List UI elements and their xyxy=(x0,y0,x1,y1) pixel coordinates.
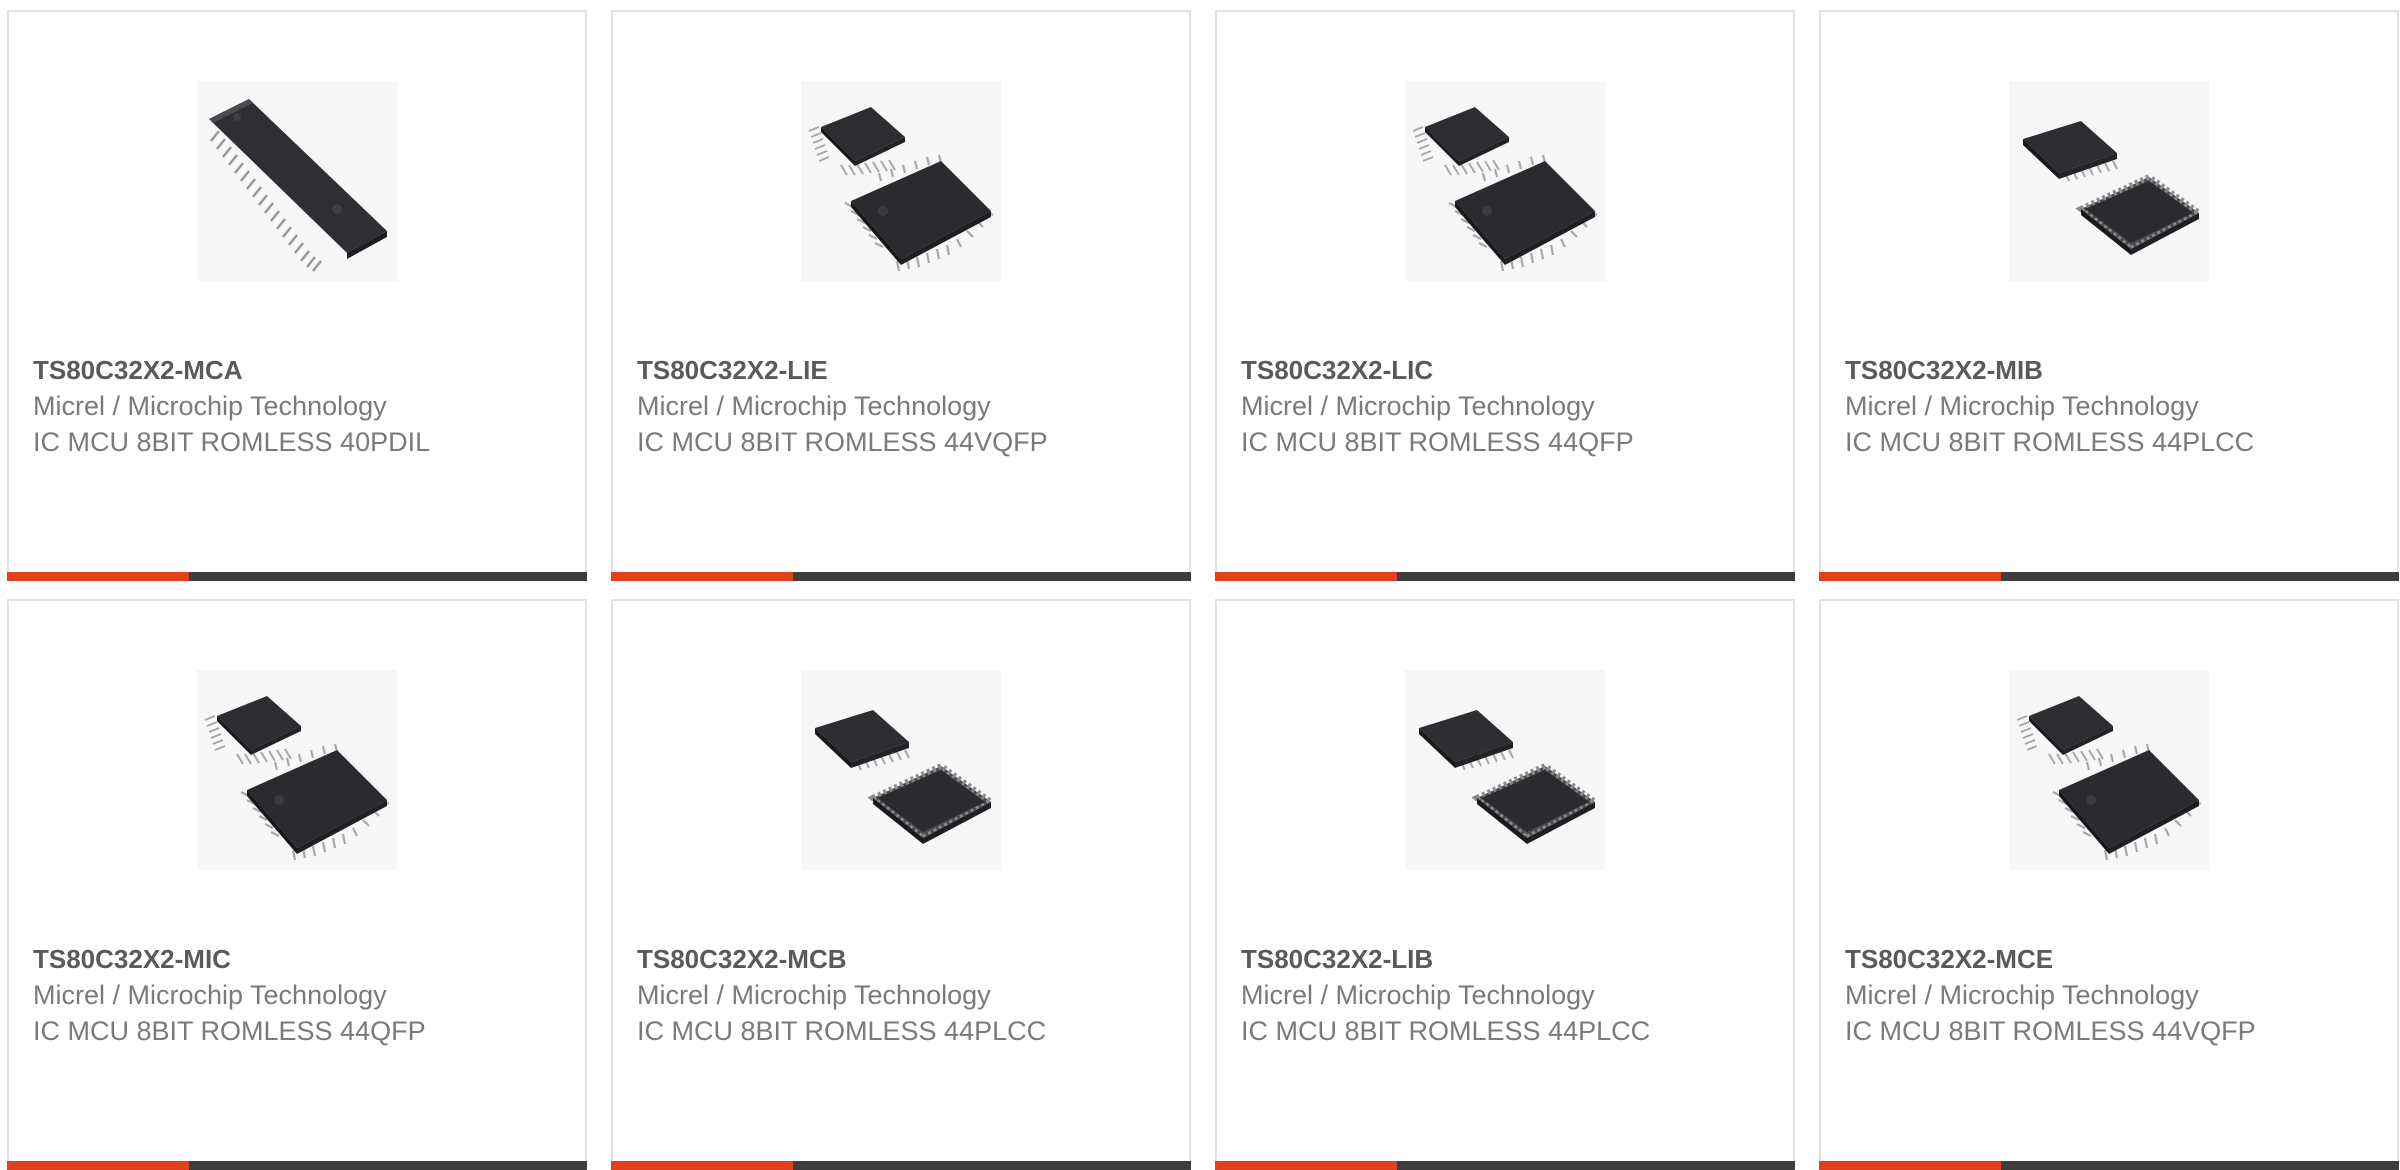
manufacturer-name: Micrel / Microchip Technology xyxy=(1845,391,2199,421)
card-footer-bar xyxy=(1819,572,2399,581)
manufacturer-name: Micrel / Microchip Technology xyxy=(637,391,991,421)
product-info: TS80C32X2-MCE Micrel / Microchip Technol… xyxy=(1845,941,2305,1049)
product-info: TS80C32X2-LIB Micrel / Microchip Technol… xyxy=(1241,941,1701,1049)
dip-ic-chip-icon xyxy=(197,81,397,281)
card-accent-bar xyxy=(1215,1161,1397,1170)
card-accent-bar xyxy=(1215,572,1397,581)
card-footer-bar xyxy=(1215,572,1795,581)
product-image[interactable] xyxy=(801,81,1001,281)
qfp-chips-icon xyxy=(197,670,397,870)
manufacturer-name: Micrel / Microchip Technology xyxy=(33,391,387,421)
product-card[interactable]: TS80C32X2-MCB Micrel / Microchip Technol… xyxy=(611,599,1191,1170)
manufacturer-name: Micrel / Microchip Technology xyxy=(1241,391,1595,421)
product-image[interactable] xyxy=(1405,670,1605,870)
product-card[interactable]: TS80C32X2-MCE Micrel / Microchip Technol… xyxy=(1819,599,2399,1170)
product-info: TS80C32X2-MIC Micrel / Microchip Technol… xyxy=(33,941,493,1049)
manufacturer-name: Micrel / Microchip Technology xyxy=(637,980,991,1010)
product-info: TS80C32X2-LIE Micrel / Microchip Technol… xyxy=(637,352,1097,460)
product-image[interactable] xyxy=(1405,81,1605,281)
part-number-link[interactable]: TS80C32X2-MIC xyxy=(33,941,493,977)
product-card[interactable]: TS80C32X2-MIC Micrel / Microchip Technol… xyxy=(7,599,587,1170)
product-grid: TS80C32X2-MCA Micrel / Microchip Technol… xyxy=(7,10,2400,1170)
qfp-chips-icon xyxy=(801,81,1001,281)
part-number-link[interactable]: TS80C32X2-LIE xyxy=(637,352,1097,388)
plcc-chips-icon xyxy=(2009,81,2209,281)
product-info: TS80C32X2-LIC Micrel / Microchip Technol… xyxy=(1241,352,1701,460)
manufacturer-name: Micrel / Microchip Technology xyxy=(1845,980,2199,1010)
part-number-link[interactable]: TS80C32X2-MCB xyxy=(637,941,1097,977)
card-footer-bar xyxy=(1819,1161,2399,1170)
product-description: IC MCU 8BIT ROMLESS 44PLCC xyxy=(637,1016,1047,1046)
card-accent-bar xyxy=(1819,572,2001,581)
product-card[interactable]: TS80C32X2-LIB Micrel / Microchip Technol… xyxy=(1215,599,1795,1170)
product-description: IC MCU 8BIT ROMLESS 44PLCC xyxy=(1845,427,2255,457)
qfp-chips-icon xyxy=(1405,81,1605,281)
product-description: IC MCU 8BIT ROMLESS 40PDIL xyxy=(33,427,431,457)
part-number-link[interactable]: TS80C32X2-MIB xyxy=(1845,352,2305,388)
card-footer-bar xyxy=(611,1161,1191,1170)
product-description: IC MCU 8BIT ROMLESS 44VQFP xyxy=(1845,1016,2256,1046)
card-accent-bar xyxy=(611,1161,793,1170)
qfp-chips-icon xyxy=(2009,670,2209,870)
card-accent-bar xyxy=(611,572,793,581)
product-image[interactable] xyxy=(2009,670,2209,870)
product-image[interactable] xyxy=(801,670,1001,870)
card-accent-bar xyxy=(7,1161,189,1170)
product-card[interactable]: TS80C32X2-LIC Micrel / Microchip Technol… xyxy=(1215,10,1795,581)
product-info: TS80C32X2-MCB Micrel / Microchip Technol… xyxy=(637,941,1097,1049)
part-number-link[interactable]: TS80C32X2-LIB xyxy=(1241,941,1701,977)
product-card[interactable]: TS80C32X2-MIB Micrel / Microchip Technol… xyxy=(1819,10,2399,581)
product-info: TS80C32X2-MIB Micrel / Microchip Technol… xyxy=(1845,352,2305,460)
manufacturer-name: Micrel / Microchip Technology xyxy=(1241,980,1595,1010)
product-description: IC MCU 8BIT ROMLESS 44VQFP xyxy=(637,427,1048,457)
card-footer-bar xyxy=(1215,1161,1795,1170)
card-footer-bar xyxy=(7,572,587,581)
product-image[interactable] xyxy=(197,81,397,281)
part-number-link[interactable]: TS80C32X2-MCE xyxy=(1845,941,2305,977)
card-accent-bar xyxy=(7,572,189,581)
plcc-chips-icon xyxy=(1405,670,1605,870)
product-info: TS80C32X2-MCA Micrel / Microchip Technol… xyxy=(33,352,493,460)
manufacturer-name: Micrel / Microchip Technology xyxy=(33,980,387,1010)
card-accent-bar xyxy=(1819,1161,2001,1170)
product-image[interactable] xyxy=(197,670,397,870)
product-image[interactable] xyxy=(2009,81,2209,281)
product-description: IC MCU 8BIT ROMLESS 44QFP xyxy=(1241,427,1634,457)
card-footer-bar xyxy=(7,1161,587,1170)
part-number-link[interactable]: TS80C32X2-LIC xyxy=(1241,352,1701,388)
plcc-chips-icon xyxy=(801,670,1001,870)
card-footer-bar xyxy=(611,572,1191,581)
product-description: IC MCU 8BIT ROMLESS 44PLCC xyxy=(1241,1016,1651,1046)
product-card[interactable]: TS80C32X2-LIE Micrel / Microchip Technol… xyxy=(611,10,1191,581)
product-description: IC MCU 8BIT ROMLESS 44QFP xyxy=(33,1016,426,1046)
product-card[interactable]: TS80C32X2-MCA Micrel / Microchip Technol… xyxy=(7,10,587,581)
part-number-link[interactable]: TS80C32X2-MCA xyxy=(33,352,493,388)
